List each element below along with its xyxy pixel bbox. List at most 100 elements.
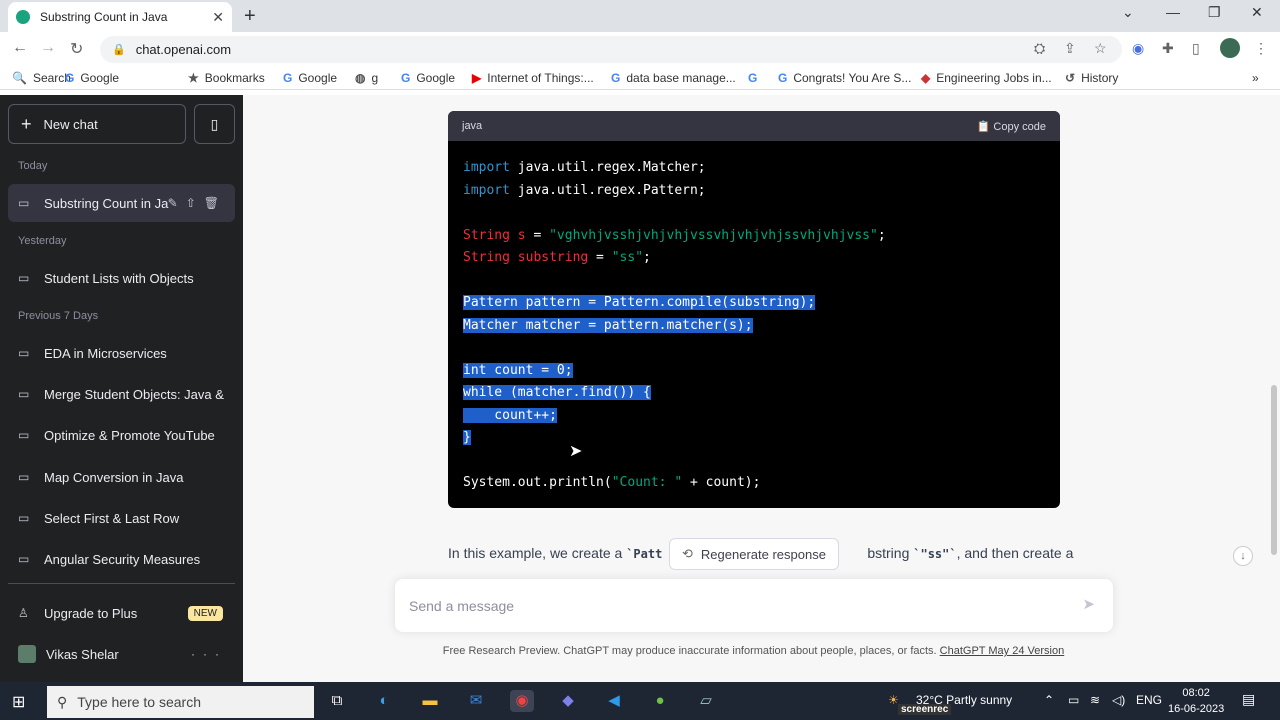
new-tab-button[interactable]: +	[244, 5, 256, 28]
message-input[interactable]: Send a message ➤	[395, 579, 1113, 632]
sidebar-item[interactable]: ▭ Student Lists with Objects	[8, 259, 235, 297]
bookmark-label: History	[1081, 71, 1119, 85]
copy-code-button[interactable]: 📋 Copy code	[977, 120, 1046, 133]
bookmark-item[interactable]: G Google	[283, 71, 337, 85]
response-text-a: In this example, we create a	[448, 545, 627, 561]
user-menu[interactable]: Vikas Shelar ···	[8, 635, 235, 673]
sidebar-item[interactable]: ▭ Merge Student Objects: Java &	[8, 375, 235, 413]
bookmark-item[interactable]: 🔍 Search	[12, 71, 71, 85]
more-icon[interactable]: ···	[191, 647, 227, 661]
wifi-icon[interactable]: ≋	[1090, 693, 1100, 707]
upgrade-button[interactable]: ♙ Upgrade to Plus NEW	[8, 594, 235, 632]
sidebar-item[interactable]: ▭ Map Conversion in Java	[8, 458, 235, 496]
bookmark-item[interactable]: ▶ Internet of Things:...	[472, 71, 594, 85]
chevron-up-icon[interactable]: ⌃	[1044, 693, 1054, 707]
clock[interactable]: 08:02 16-06-2023	[1168, 685, 1224, 717]
close-window-button[interactable]: ✕	[1251, 4, 1263, 21]
bookmark-label: data base manage...	[626, 71, 736, 85]
regenerate-button[interactable]: ⟲ Regenerate response	[669, 538, 839, 570]
scroll-down-icon[interactable]: ↓	[1233, 546, 1253, 566]
bookmark-item[interactable]: ★ Bookmarks	[188, 71, 265, 85]
close-tab-icon[interactable]: ✕	[212, 9, 224, 26]
bookmark-item[interactable]: G Google	[65, 71, 119, 85]
sidebar-item[interactable]: ▭ EDA in Microservices	[8, 334, 235, 372]
sidebar-item[interactable]: ▭ Select First & Last Row	[8, 499, 235, 537]
profile-avatar[interactable]	[1220, 38, 1240, 58]
extension-icon[interactable]: ◉	[1132, 40, 1144, 57]
notepad-icon[interactable]: ▱	[694, 690, 718, 712]
puzzle-icon[interactable]: ✚	[1162, 40, 1174, 57]
clock-date: 16-06-2023	[1168, 703, 1225, 715]
bookmarks-bar: 🔍 Search G Google ★ Bookmarks G Google ◍ g G Google…	[0, 66, 1280, 90]
translate-icon[interactable]: ⛭	[1034, 40, 1045, 57]
mail-icon[interactable]: ✉	[464, 690, 488, 712]
bookmark-label: Internet of Things:...	[487, 71, 594, 85]
chrome-icon[interactable]: ◉	[510, 690, 534, 712]
bookmark-item[interactable]: G	[748, 71, 763, 85]
send-icon[interactable]: ➤	[1082, 595, 1095, 613]
site-icon: ◆	[921, 71, 931, 85]
notification-icon[interactable]: ▤	[1242, 691, 1255, 708]
tab-search-icon[interactable]: ⌄	[1122, 4, 1134, 21]
sidebar-toggle-button[interactable]: ▯	[194, 104, 235, 144]
sidebar-item-label: Map Conversion in Java	[44, 469, 184, 485]
bookmark-item[interactable]: G Google	[401, 71, 455, 85]
history-icon: ↺	[1065, 71, 1076, 85]
maximize-button[interactable]: ❐	[1208, 4, 1221, 21]
bookmark-item[interactable]: ↺ History	[1065, 71, 1118, 85]
sidebar-item-active[interactable]: ▭ Substring Count in Ja ✎⇧🗑	[8, 184, 235, 222]
browser-tab[interactable]: Substring Count in Java ✕	[8, 2, 232, 32]
code-block: java 📋 Copy code import java.util.regex.…	[448, 111, 1060, 508]
file-explorer-icon[interactable]: ▬	[418, 690, 442, 712]
minimize-button[interactable]: —	[1166, 4, 1180, 20]
sidebar-divider	[8, 583, 235, 584]
star-icon[interactable]: ☆	[1094, 40, 1107, 57]
sidebar-item[interactable]: ▭ Angular Security Measures	[8, 540, 235, 578]
plus-icon: +	[21, 113, 32, 134]
chat-icon: ▭	[18, 196, 30, 210]
vscode-icon[interactable]: ◀	[602, 690, 626, 712]
chat-actions-icons[interactable]: ✎⇧🗑	[168, 196, 227, 210]
windows-start-icon[interactable]: ⊞	[12, 692, 25, 712]
sidebar-item-label: Select First & Last Row	[44, 510, 180, 526]
code-content[interactable]: import java.util.regex.Matcher; import j…	[448, 141, 1060, 495]
bookmark-label: g	[371, 71, 379, 85]
bookmark-item[interactable]: Gdata base manage...	[611, 71, 736, 85]
toolbar: ← → ↻ 🔒 chat.openai.com ⛭ ⇪ ☆ ◉ ✚ ▯ ⋮	[0, 32, 1280, 66]
screenrec-label: screenrec	[898, 704, 952, 715]
taskbar-search-label: Type here to search	[77, 694, 202, 710]
spring-icon[interactable]: ●	[648, 690, 672, 712]
sidepanel-icon[interactable]: ▯	[1192, 40, 1200, 57]
taskbar-search[interactable]: ⚲ Type here to search	[47, 686, 314, 718]
teams-icon[interactable]: ◆	[556, 690, 580, 712]
volume-icon[interactable]: ◁)	[1112, 693, 1125, 707]
address-bar[interactable]: 🔒 chat.openai.com	[100, 36, 1122, 63]
bookmark-label: Bookmarks	[204, 71, 265, 85]
upgrade-label: Upgrade to Plus	[44, 605, 138, 621]
menu-icon[interactable]: ⋮	[1254, 40, 1268, 57]
sidebar: + New chat ▯ Today ▭ Substring Count in …	[0, 95, 243, 682]
battery-icon[interactable]: ▭	[1068, 693, 1079, 707]
version-link[interactable]: ChatGPT May 24 Version	[940, 645, 1065, 657]
refresh-icon: ⟲	[682, 546, 693, 561]
share-icon[interactable]: ⇪	[1064, 40, 1076, 57]
language-indicator[interactable]: ENG	[1136, 693, 1162, 707]
back-icon[interactable]: ←	[12, 39, 28, 57]
task-view-icon[interactable]: ⧉	[325, 690, 349, 712]
forward-icon[interactable]: →	[40, 39, 56, 57]
edge-icon[interactable]: ◐	[372, 690, 396, 712]
regenerate-label: Regenerate response	[700, 546, 826, 562]
bookmark-item[interactable]: ◆ Engineering Jobs in...	[921, 71, 1052, 85]
response-text-b: bstring	[867, 545, 914, 561]
section-yesterday: Yesterday	[18, 235, 67, 247]
bookmark-item[interactable]: G Congrats! You Are S...	[778, 71, 911, 85]
sidebar-item[interactable]: ▭ Optimize & Promote YouTube	[8, 416, 235, 454]
bookmark-item[interactable]: ◍ g	[355, 71, 378, 85]
code-language: java	[462, 120, 483, 132]
more-bookmarks-icon[interactable]: »	[1252, 71, 1259, 85]
tab-title: Substring Count in Java	[40, 10, 168, 24]
new-chat-button[interactable]: + New chat	[8, 104, 186, 144]
reload-icon[interactable]: ↻	[70, 39, 83, 59]
section-today: Today	[18, 160, 48, 172]
scrollbar[interactable]	[1271, 385, 1277, 555]
